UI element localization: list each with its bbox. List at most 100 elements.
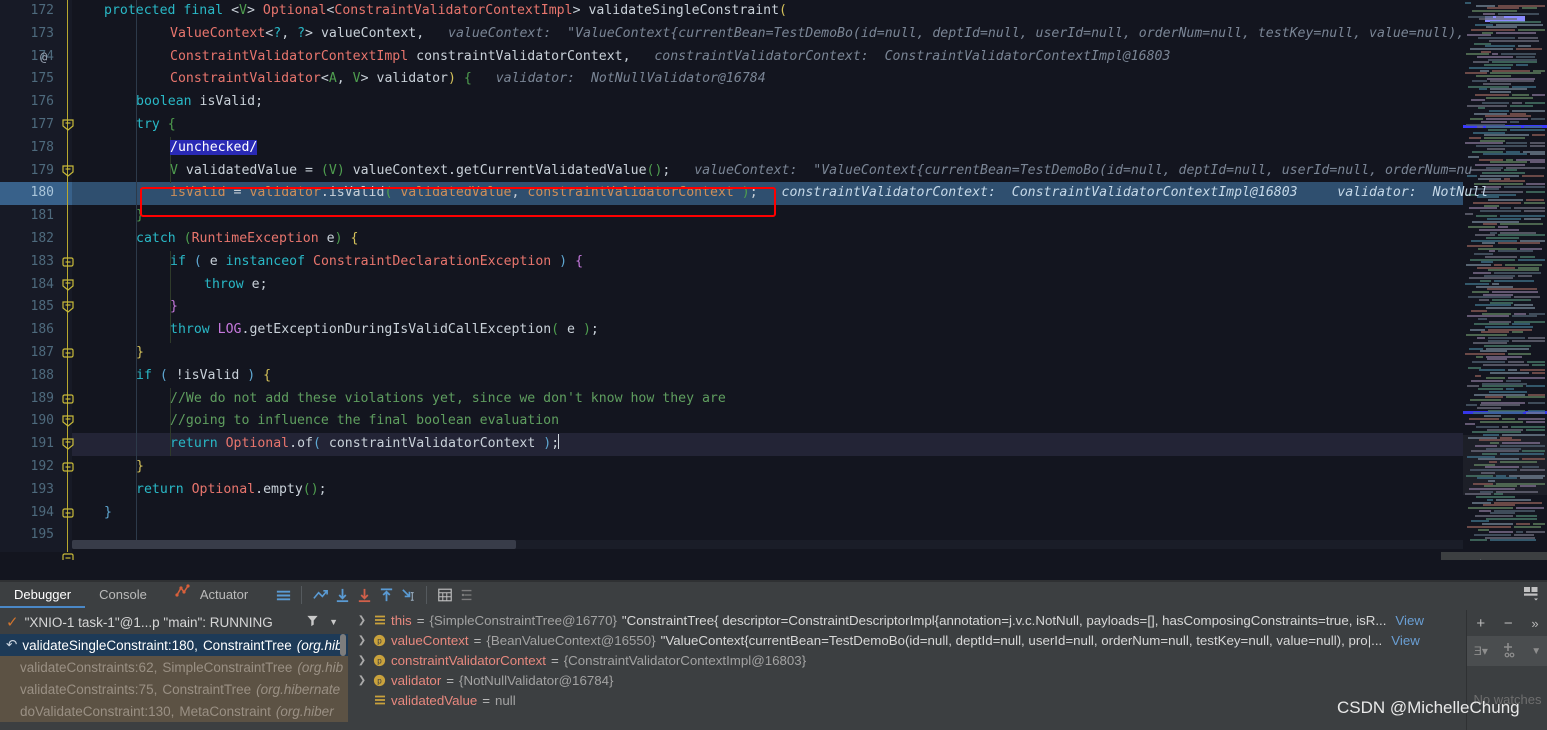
code-line[interactable]: 173 ValueContext<?, ?> valueContext, val… xyxy=(0,23,1465,46)
fold-collapse-icon[interactable] xyxy=(62,233,74,291)
minimap-line xyxy=(1524,126,1542,129)
chevron-right-icon[interactable]: ❯ xyxy=(356,655,368,666)
code-line[interactable]: 181 } xyxy=(0,205,1463,267)
show-execution-point-icon[interactable] xyxy=(309,584,331,606)
variable-row[interactable]: ❯ this = {SimpleConstraintTree@16770} "C… xyxy=(352,610,1466,630)
watches-toolbar-secondary[interactable]: Ǝ▾ ▼ xyxy=(1467,636,1547,666)
fold-expand-icon[interactable] xyxy=(62,461,74,518)
fold-expand-icon[interactable] xyxy=(62,301,74,358)
frames-scrollbar[interactable] xyxy=(340,634,346,656)
code-line[interactable]: 192 } xyxy=(0,456,1463,518)
variable-row[interactable]: ❯ p constraintValidatorContext = {Constr… xyxy=(352,650,1466,670)
chevron-right-icon[interactable]: ❯ xyxy=(356,675,368,686)
fold-expand-icon[interactable] xyxy=(62,210,74,267)
minimap-line xyxy=(1472,290,1489,293)
code-line[interactable]: 190 //going to influence the final boole… xyxy=(0,410,1463,472)
code-line[interactable]: 189 //We do not add these violations yet… xyxy=(0,388,1463,450)
fold-collapse-icon[interactable] xyxy=(62,256,74,314)
code-line[interactable]: 182 catch (RuntimeException e) { xyxy=(0,228,1463,291)
code-line[interactable]: 186 throw LOG.getExceptionDuringIsValidC… xyxy=(0,319,1463,342)
fold-collapse-icon[interactable] xyxy=(62,393,74,450)
line-number: 195 xyxy=(30,527,54,543)
step-out-icon[interactable] xyxy=(375,584,397,606)
minimap-line xyxy=(1512,85,1536,88)
code-line[interactable]: 172 @ protected final <V> Optional<Const… xyxy=(0,0,1463,64)
chevron-right-icon[interactable]: ❯ xyxy=(356,615,368,626)
fold-collapse-icon[interactable] xyxy=(62,73,74,131)
code-minimap[interactable] xyxy=(1463,0,1547,545)
code-line[interactable]: 179 V validatedValue = (V) valueContext.… xyxy=(0,160,1473,183)
variable-row[interactable]: ❯ p validator = {NotNullValidator@16784} xyxy=(352,670,1466,690)
tab-console[interactable]: Console xyxy=(85,582,161,608)
code-line[interactable]: 176 boolean isValid; xyxy=(0,91,1463,114)
editor-footer-toolbar[interactable] xyxy=(1441,552,1547,560)
inspections-icon[interactable] xyxy=(1452,558,1470,560)
fold-collapse-icon[interactable] xyxy=(62,370,74,428)
variable-row[interactable]: validatedValue = null xyxy=(352,690,1466,710)
run-to-cursor-icon[interactable] xyxy=(397,584,419,606)
chevron-down-icon[interactable]: ▼ xyxy=(1531,646,1541,657)
minimap-line xyxy=(1494,280,1534,283)
fold-expand-icon[interactable] xyxy=(62,507,74,560)
code-line[interactable]: 174 ConstraintValidatorContextImpl const… xyxy=(0,46,1463,69)
view-link[interactable]: View xyxy=(1391,633,1420,648)
minimap-line xyxy=(1470,258,1515,261)
settings-gear-icon[interactable] xyxy=(1491,558,1509,560)
code-line[interactable]: 184 throw e; xyxy=(0,274,1463,297)
frames-panel[interactable]: ✓ "XNIO-1 task-1"@1...p "main": RUNNING … xyxy=(0,610,348,730)
menu-icon[interactable] xyxy=(272,584,294,606)
add-watch-button[interactable]: + xyxy=(1476,615,1485,632)
minimize-icon[interactable] xyxy=(1519,558,1537,560)
watches-toolbar[interactable]: + − » xyxy=(1467,610,1547,636)
code-line[interactable]: 193 return Optional.empty(); xyxy=(0,479,1463,502)
debugger-tabbar[interactable]: Debugger Console Actuator xyxy=(0,582,1547,608)
code-editor[interactable]: 172 @ protected final <V> Optional<Const… xyxy=(0,0,1547,560)
fold-expand-icon[interactable] xyxy=(62,347,74,404)
chevron-right-icon[interactable]: ❯ xyxy=(356,635,368,646)
step-over-icon[interactable] xyxy=(331,584,353,606)
code-line[interactable]: 188 if ( !isValid ) { xyxy=(0,365,1463,428)
remove-watch-button[interactable]: − xyxy=(1504,615,1513,632)
layout-settings-icon[interactable] xyxy=(1522,584,1542,604)
variable-row[interactable]: ❯ p valueContext = {BeanValueContext@165… xyxy=(352,630,1466,650)
minimap-line xyxy=(1465,282,1489,285)
code-line[interactable]: 175 ConstraintValidator<A, V> validator)… xyxy=(0,68,1463,131)
thread-selector[interactable]: ✓ "XNIO-1 task-1"@1...p "main": RUNNING … xyxy=(0,610,348,634)
tab-actuator[interactable]: Actuator xyxy=(161,582,262,608)
code-line[interactable]: 187 } xyxy=(0,342,1463,404)
tab-debugger[interactable]: Debugger xyxy=(0,582,86,608)
minimap-line xyxy=(1467,315,1509,318)
code-line[interactable]: 194 } xyxy=(0,502,1463,560)
frame-row-selected[interactable]: ↶ validateSingleConstraint:180, Constrai… xyxy=(0,634,348,656)
code-line[interactable]: 185 } xyxy=(0,296,1463,358)
inlay-hint: valueContext: "ValueContext{currentBean=… xyxy=(694,162,1473,178)
variables-panel[interactable]: ❯ this = {SimpleConstraintTree@16770} "C… xyxy=(352,610,1466,730)
code-line-current[interactable]: 191 return Optional.of( constraintValida… xyxy=(0,433,1463,456)
add-watch-icon[interactable] xyxy=(1502,642,1518,661)
fold-expand-icon[interactable] xyxy=(62,415,74,472)
filter-icon[interactable] xyxy=(306,614,319,630)
frame-row[interactable]: validateConstraints:75, ConstraintTree (… xyxy=(0,678,348,700)
group-by-icon[interactable]: Ǝ▾ xyxy=(1474,644,1488,658)
minimap-line xyxy=(1475,93,1509,96)
code-line[interactable]: 177 try { xyxy=(0,114,1463,177)
frame-row[interactable]: doValidateConstraint:130, MetaConstraint… xyxy=(0,700,348,722)
minimap-line xyxy=(1469,207,1497,210)
minimap-line xyxy=(1485,326,1533,328)
settings-list-icon[interactable] xyxy=(456,584,478,606)
fold-collapse-icon[interactable] xyxy=(62,119,74,177)
chevron-down-icon[interactable]: ▼ xyxy=(325,617,342,627)
view-link[interactable]: View xyxy=(1395,613,1424,628)
code-line-exec[interactable]: 180 isValid = validator.isValid( validat… xyxy=(0,182,1489,205)
more-options-button[interactable]: » xyxy=(1531,616,1538,631)
code-lines[interactable]: 172 @ protected final <V> Optional<Const… xyxy=(0,0,1489,560)
horizontal-scrollbar-thumb[interactable] xyxy=(72,540,516,549)
code-line[interactable]: 178 /unchecked/ xyxy=(0,137,1463,160)
frame-row[interactable]: validateConstraints:62, SimpleConstraint… xyxy=(0,656,348,678)
code-line[interactable]: 183 if ( e instanceof ConstraintDeclarat… xyxy=(0,251,1463,314)
svg-text:p: p xyxy=(377,676,382,685)
evaluate-expression-icon[interactable] xyxy=(434,584,456,606)
step-into-icon[interactable] xyxy=(353,584,375,606)
debug-tool-window[interactable]: Debugger Console Actuator ✓ "XNIO-1 task… xyxy=(0,582,1547,730)
minimap-line xyxy=(1471,99,1485,102)
